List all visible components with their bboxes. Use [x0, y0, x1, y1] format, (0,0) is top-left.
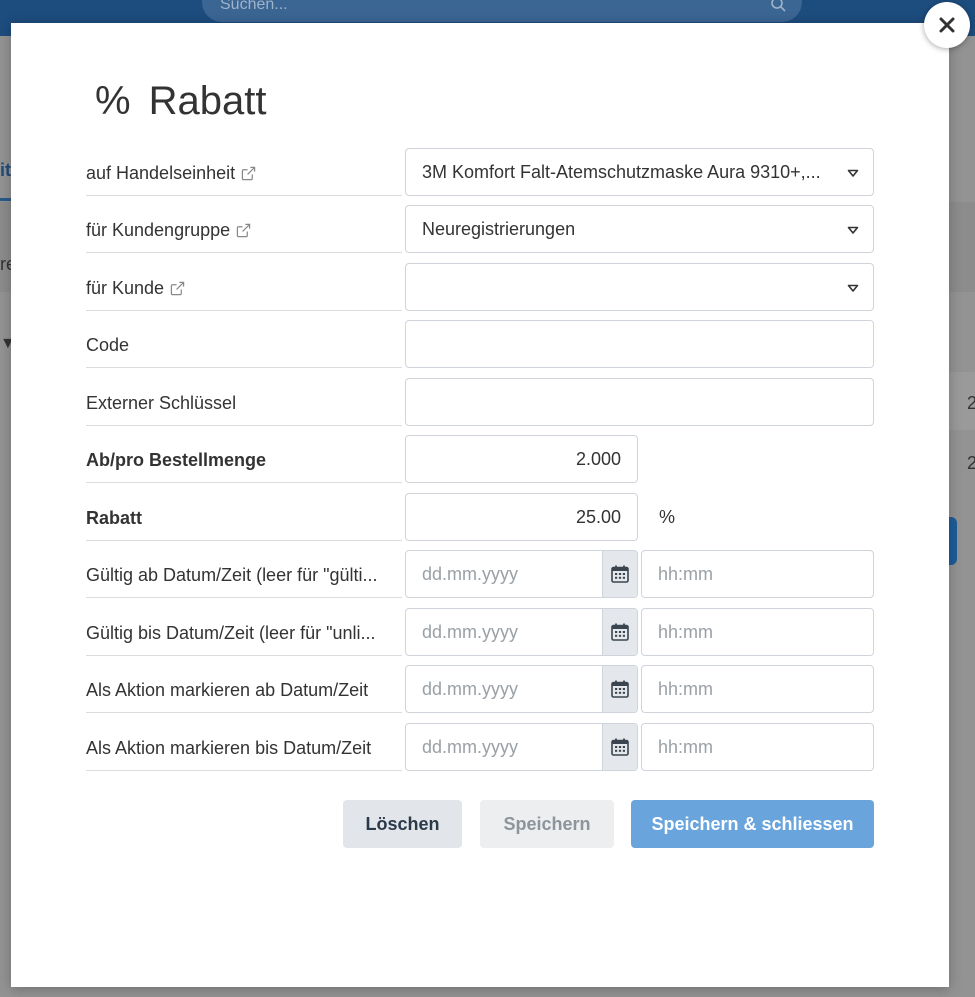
- background-search: Suchen...: [202, 0, 802, 22]
- externer-schluessel-input[interactable]: [405, 378, 874, 426]
- form-row-gueltig-ab: Gültig ab Datum/Zeit (leer für "gülti...…: [86, 550, 886, 598]
- calendar-button[interactable]: [602, 551, 637, 597]
- gueltig-ab-time-input[interactable]: hh:mm: [641, 550, 874, 598]
- gueltig-bis-date-field: dd.mm.yyyy: [405, 608, 638, 656]
- caret-down-icon: [847, 284, 859, 292]
- calendar-icon: [611, 738, 629, 756]
- aktion-ab-label: Als Aktion markieren ab Datum/Zeit: [86, 679, 369, 700]
- field-label: auf Handelseinheit: [86, 148, 402, 196]
- form-row-bestellmenge: Ab/pro Bestellmenge 2.000: [86, 435, 886, 483]
- kundengruppe-label: für Kundengruppe: [86, 219, 231, 240]
- save-button[interactable]: Speichern: [480, 800, 614, 848]
- close-dialog-button[interactable]: [924, 2, 970, 48]
- external-link-icon[interactable]: [241, 166, 256, 181]
- form-row-aktion-ab: Als Aktion markieren ab Datum/Zeit dd.mm…: [86, 665, 886, 713]
- handelseinheit-label: auf Handelseinheit: [86, 162, 236, 183]
- aktion-ab-time-input[interactable]: hh:mm: [641, 665, 874, 713]
- background-cell-fragment: 2: [967, 393, 975, 413]
- form-row-gueltig-bis: Gültig bis Datum/Zeit (leer für "unli...…: [86, 608, 886, 656]
- form-row-aktion-bis: Als Aktion markieren bis Datum/Zeit dd.m…: [86, 723, 886, 771]
- background-button: [948, 517, 957, 565]
- background-cell-fragment: 2: [967, 453, 975, 473]
- caret-down-icon: [847, 226, 859, 234]
- kunde-label: für Kunde: [86, 277, 165, 298]
- dialog-title: Rabatt: [148, 78, 267, 123]
- form-row-kunde: für Kunde: [86, 263, 886, 311]
- calendar-icon: [611, 565, 629, 583]
- gueltig-ab-date-field: dd.mm.yyyy: [405, 550, 638, 598]
- form-row-rabatt: Rabatt 25.00 %: [86, 493, 886, 541]
- kundengruppe-select[interactable]: Neuregistrierungen: [405, 205, 874, 253]
- bestellmenge-label: Ab/pro Bestellmenge: [86, 435, 402, 483]
- gueltig-ab-date-input[interactable]: dd.mm.yyyy: [406, 551, 602, 597]
- field-label: Gültig ab Datum/Zeit (leer für "gülti...: [86, 550, 402, 598]
- search-icon: [771, 0, 786, 12]
- form-row-code: Code: [86, 320, 886, 368]
- external-link-icon[interactable]: [170, 281, 185, 296]
- field-label: Gültig bis Datum/Zeit (leer für "unli...: [86, 608, 402, 656]
- kundengruppe-value: Neuregistrierungen: [422, 218, 576, 239]
- calendar-button[interactable]: [602, 666, 637, 712]
- dialog-header: % Rabatt: [95, 79, 266, 123]
- background-search-placeholder: Suchen...: [220, 0, 288, 13]
- calendar-button[interactable]: [602, 609, 637, 655]
- save-and-close-button[interactable]: Speichern & schliessen: [631, 800, 874, 848]
- field-label: Als Aktion markieren bis Datum/Zeit: [86, 723, 402, 771]
- field-label: für Kunde: [86, 263, 402, 311]
- gueltig-ab-label: Gültig ab Datum/Zeit (leer für "gülti...: [86, 564, 378, 585]
- aktion-bis-time-input[interactable]: hh:mm: [641, 723, 874, 771]
- background-tab-fragment: it: [0, 160, 11, 180]
- form-row-kundengruppe: für Kundengruppe Neuregistrierungen: [86, 205, 886, 253]
- discount-dialog: % Rabatt auf Handelseinheit 3M Komfort F…: [11, 23, 949, 987]
- handelseinheit-select[interactable]: 3M Komfort Falt-Atemschutzmaske Aura 931…: [405, 148, 874, 196]
- form-row-externer-schluessel: Externer Schlüssel: [86, 378, 886, 426]
- caret-down-icon: [847, 169, 859, 177]
- calendar-icon: [611, 680, 629, 698]
- handelseinheit-value: 3M Komfort Falt-Atemschutzmaske Aura 931…: [422, 161, 821, 182]
- gueltig-bis-date-input[interactable]: dd.mm.yyyy: [406, 609, 602, 655]
- aktion-ab-date-input[interactable]: dd.mm.yyyy: [406, 666, 602, 712]
- percent-icon: %: [95, 78, 131, 123]
- code-input[interactable]: [405, 320, 874, 368]
- code-label: Code: [86, 320, 402, 368]
- rabatt-label: Rabatt: [86, 493, 402, 541]
- kunde-select[interactable]: [405, 263, 874, 311]
- gueltig-bis-label: Gültig bis Datum/Zeit (leer für "unli...: [86, 622, 376, 643]
- form-row-handelseinheit: auf Handelseinheit 3M Komfort Falt-Atems…: [86, 148, 886, 196]
- close-icon: [939, 17, 955, 33]
- delete-button[interactable]: Löschen: [343, 800, 462, 848]
- external-link-icon[interactable]: [236, 223, 251, 238]
- calendar-icon: [611, 623, 629, 641]
- calendar-button[interactable]: [602, 724, 637, 770]
- aktion-bis-date-field: dd.mm.yyyy: [405, 723, 638, 771]
- aktion-bis-date-input[interactable]: dd.mm.yyyy: [406, 724, 602, 770]
- aktion-bis-label: Als Aktion markieren bis Datum/Zeit: [86, 737, 372, 758]
- externer-schluessel-label: Externer Schlüssel: [86, 378, 402, 426]
- rabatt-unit: %: [659, 506, 676, 527]
- field-label: Als Aktion markieren ab Datum/Zeit: [86, 665, 402, 713]
- field-label: für Kundengruppe: [86, 205, 402, 253]
- bestellmenge-input[interactable]: 2.000: [405, 435, 638, 483]
- aktion-ab-date-field: dd.mm.yyyy: [405, 665, 638, 713]
- rabatt-input[interactable]: 25.00: [405, 493, 638, 541]
- gueltig-bis-time-input[interactable]: hh:mm: [641, 608, 874, 656]
